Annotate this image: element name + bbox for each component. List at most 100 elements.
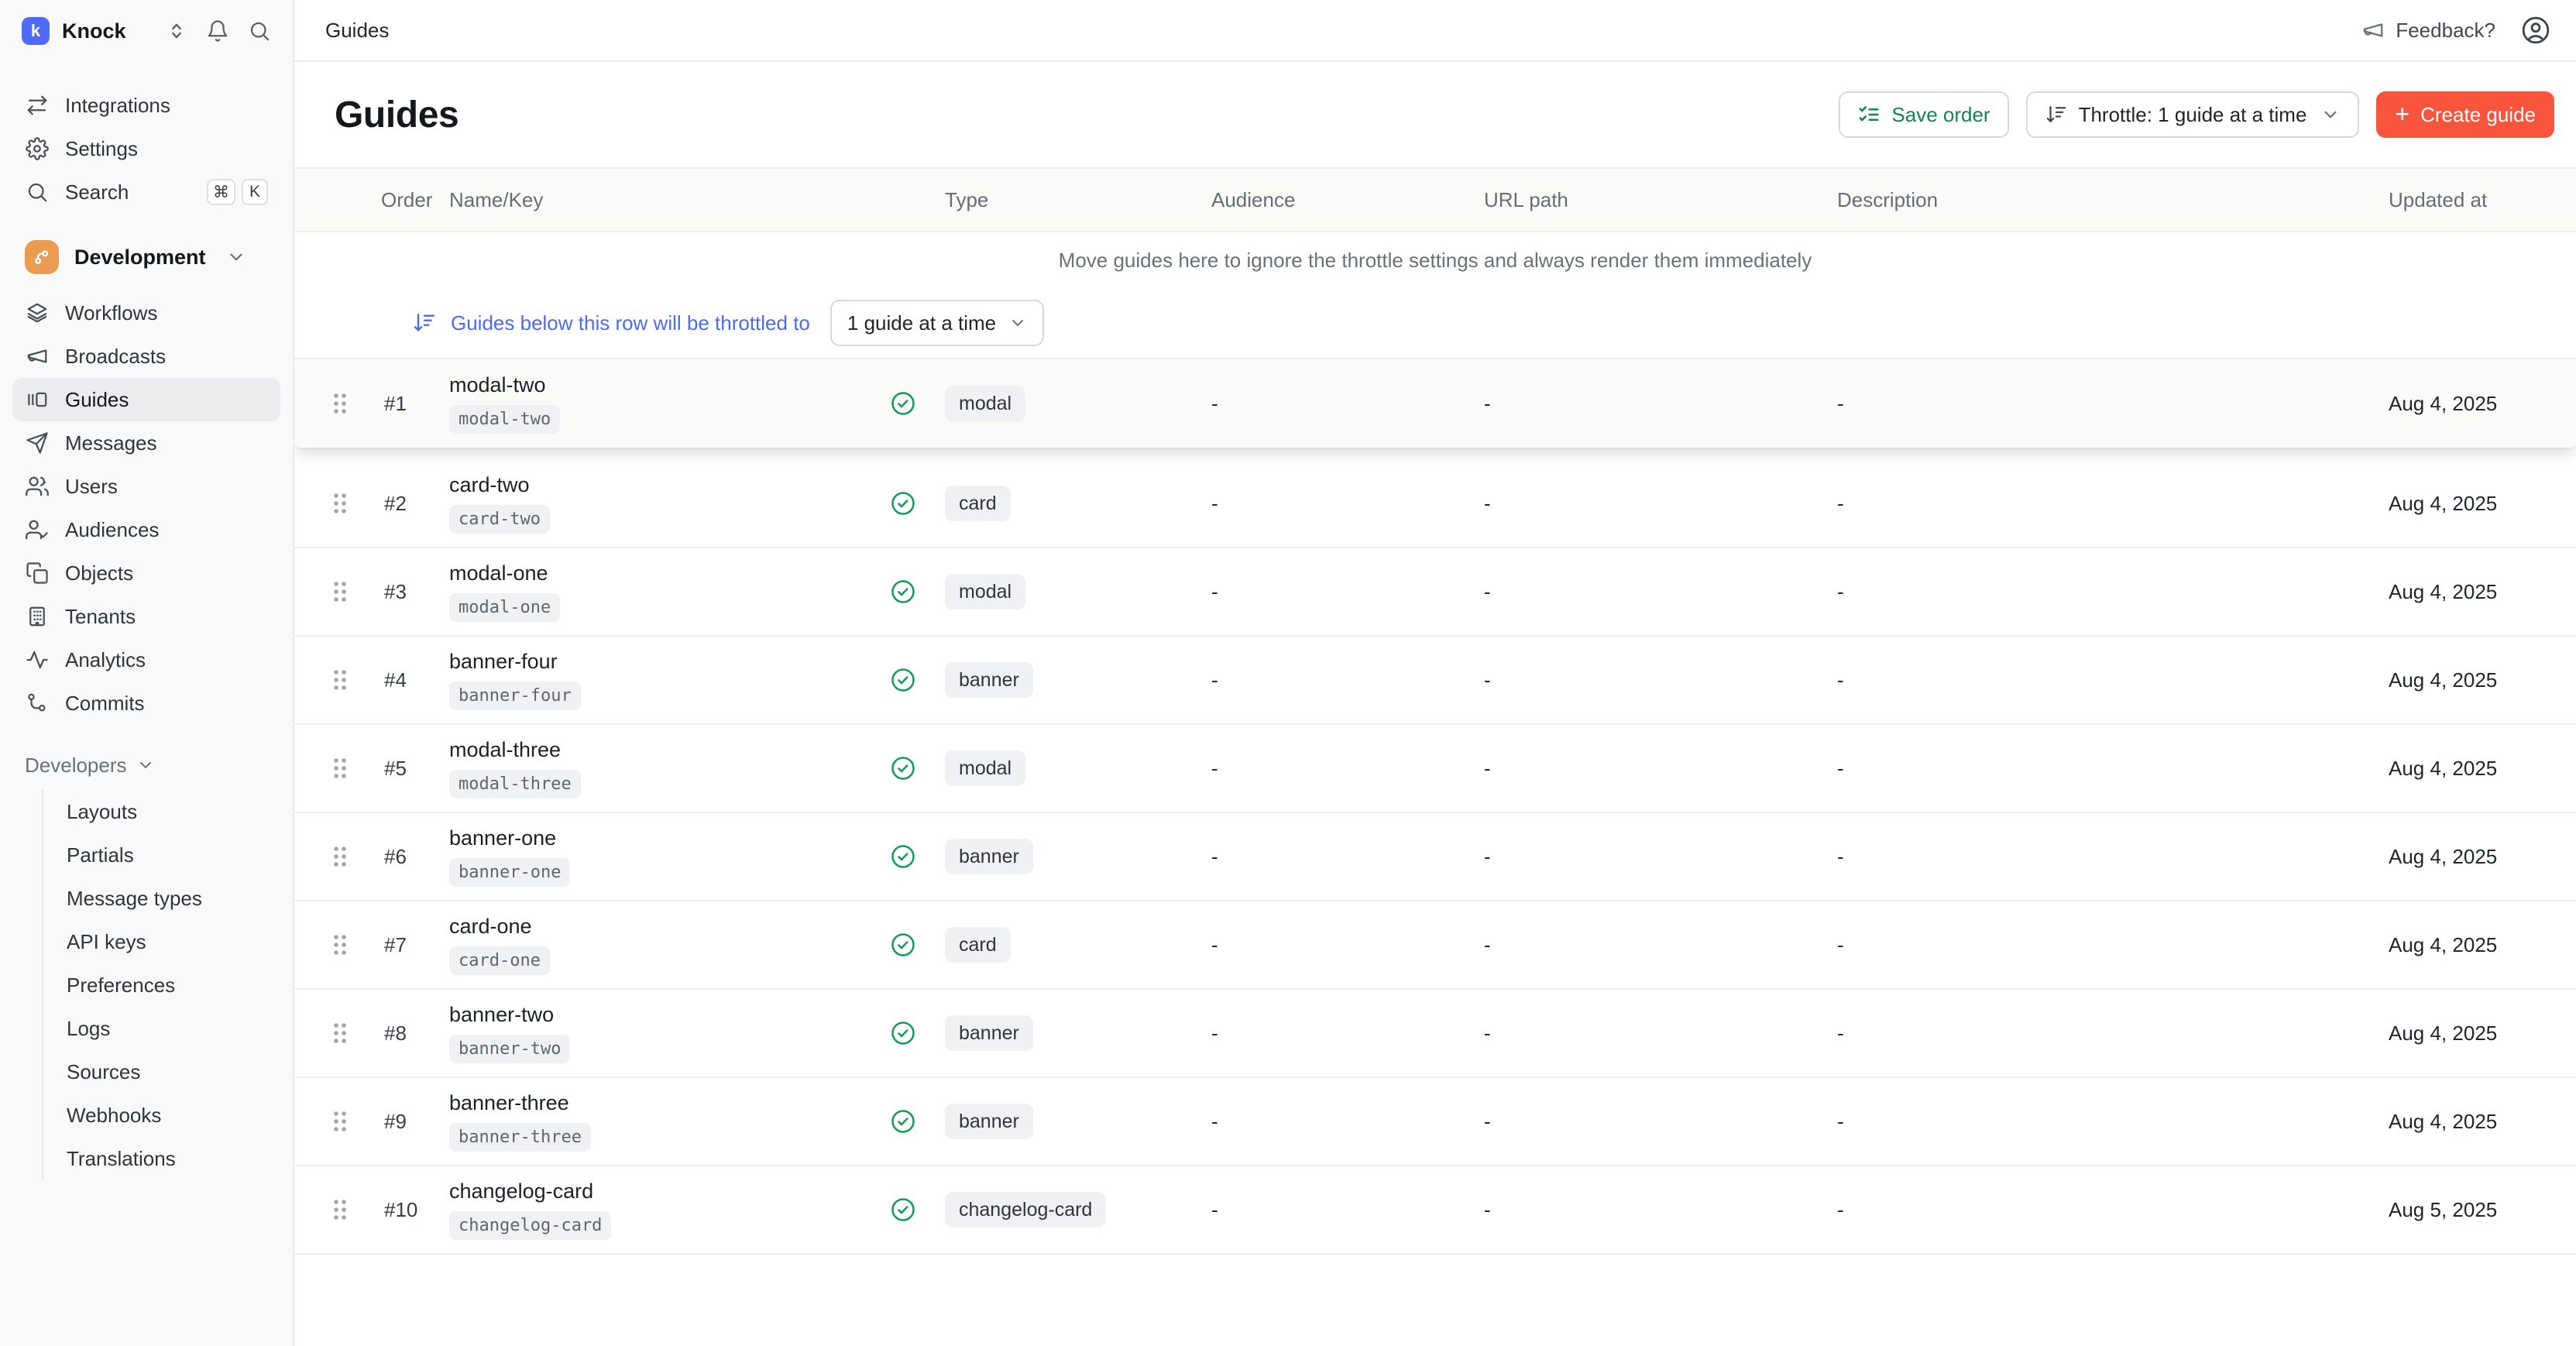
guide-type-badge: card [945, 927, 1011, 963]
guide-url-path: - [1484, 580, 1837, 604]
sidebar-item-commits[interactable]: Commits [12, 682, 280, 725]
sidebar-item-broadcasts[interactable]: Broadcasts [12, 335, 280, 378]
sidebar-item-label: Settings [65, 137, 138, 161]
sidebar-item-label: Preferences [67, 973, 175, 997]
megaphone-icon [25, 345, 50, 368]
guide-status [889, 1196, 945, 1224]
sidebar-item-translations[interactable]: Translations [43, 1137, 293, 1180]
table-row[interactable]: #7 card-one card-one card - - - Aug 4, 2… [294, 901, 2576, 990]
column-header-url-path: URL path [1484, 188, 1837, 212]
drag-handle-icon[interactable] [331, 1197, 353, 1222]
drag-handle-icon[interactable] [331, 579, 353, 604]
users-icon [25, 475, 50, 498]
gear-icon [25, 137, 50, 160]
sidebar-item-partials[interactable]: Partials [43, 833, 293, 877]
sidebar-item-sources[interactable]: Sources [43, 1050, 293, 1094]
plus-icon: + [2395, 101, 2409, 126]
column-header-name-key: Name/Key [449, 188, 889, 212]
throttle-amount-value: 1 guide at a time [847, 311, 996, 335]
table-row[interactable]: #5 modal-three modal-three modal - - - A… [294, 725, 2576, 813]
user-avatar-icon[interactable] [2520, 15, 2551, 46]
sidebar-item-objects[interactable]: Objects [12, 551, 280, 595]
guide-key: modal-three [449, 770, 581, 799]
sidebar-item-message-types[interactable]: Message types [43, 877, 293, 920]
sidebar-item-integrations[interactable]: Integrations [12, 84, 280, 127]
sidebar-item-analytics[interactable]: Analytics [12, 638, 280, 682]
sidebar-item-guides[interactable]: Guides [12, 378, 280, 421]
guide-type-badge: modal [945, 386, 1025, 421]
guide-description: - [1837, 492, 2389, 516]
sidebar-item-label: Message types [67, 887, 202, 911]
guide-status [889, 754, 945, 782]
table-row[interactable]: #2 card-two card-two card - - - Aug 4, 2… [294, 460, 2576, 548]
check-circle-icon [889, 754, 945, 782]
table-row[interactable]: #3 modal-one modal-one modal - - - Aug 4… [294, 548, 2576, 637]
git-branch-icon [25, 692, 50, 715]
table-row[interactable]: #6 banner-one banner-one banner - - - Au… [294, 813, 2576, 901]
sidebar-item-users[interactable]: Users [12, 465, 280, 508]
bell-icon[interactable] [206, 19, 229, 43]
drag-handle-icon[interactable] [331, 391, 353, 416]
table-row[interactable]: #1 modal-two modal-two modal - - - Aug 4… [294, 359, 2576, 448]
sidebar-item-workflows[interactable]: Workflows [12, 291, 280, 335]
guide-key: modal-two [449, 405, 560, 434]
throttle-amount-select[interactable]: 1 guide at a time [830, 300, 1044, 346]
create-guide-button[interactable]: + Create guide [2376, 91, 2554, 138]
sidebar-item-api-keys[interactable]: API keys [43, 920, 293, 963]
layers-icon [25, 301, 50, 324]
sidebar-item-label: Analytics [65, 648, 146, 672]
sidebar-item-label: Webhooks [67, 1104, 161, 1128]
workspace-switcher-icon[interactable] [166, 20, 187, 42]
guide-type-cell: banner [945, 662, 1211, 698]
sidebar-item-webhooks[interactable]: Webhooks [43, 1094, 293, 1137]
sidebar-item-search[interactable]: Search ⌘ K [12, 170, 280, 214]
guide-url-path: - [1484, 492, 1837, 516]
throttle-divider-row: Guides below this row will be throttled … [294, 288, 2576, 359]
guide-type-cell: modal [945, 386, 1211, 421]
guide-type-cell: banner [945, 1104, 1211, 1139]
developers-section-toggle[interactable]: Developers [0, 743, 293, 787]
drag-handle-icon[interactable] [331, 844, 353, 869]
guide-description: - [1837, 668, 2389, 692]
sidebar-item-audiences[interactable]: Audiences [12, 508, 280, 551]
feedback-label: Feedback? [2396, 19, 2495, 43]
sidebar-item-settings[interactable]: Settings [12, 127, 280, 170]
unthrottled-dropzone[interactable]: Move guides here to ignore the throttle … [294, 232, 2576, 288]
drag-handle-icon[interactable] [331, 1021, 353, 1046]
drag-handle-icon[interactable] [331, 668, 353, 692]
table-row[interactable]: #8 banner-two banner-two banner - - - Au… [294, 990, 2576, 1078]
guides-table-body: #1 modal-two modal-two modal - - - Aug 4… [294, 359, 2576, 1346]
building-icon [25, 605, 50, 628]
sidebar-item-messages[interactable]: Messages [12, 421, 280, 465]
guide-updated-at: Aug 4, 2025 [2389, 668, 2545, 692]
guide-type-badge: banner [945, 1015, 1033, 1051]
sidebar-item-label: Translations [67, 1147, 176, 1171]
guide-audience: - [1211, 845, 1484, 869]
copy-icon [25, 561, 50, 585]
sidebar-item-tenants[interactable]: Tenants [12, 595, 280, 638]
chevron-down-icon [1008, 314, 1027, 332]
sidebar-item-layouts[interactable]: Layouts [43, 790, 293, 833]
search-icon[interactable] [248, 19, 271, 43]
table-row[interactable]: #4 banner-four banner-four banner - - - … [294, 637, 2576, 725]
breadcrumb[interactable]: Guides [325, 19, 389, 43]
sidebar-item-preferences[interactable]: Preferences [43, 963, 293, 1007]
sidebar-item-label: Layouts [67, 800, 137, 824]
table-row[interactable]: #10 changelog-card changelog-card change… [294, 1166, 2576, 1255]
feedback-button[interactable]: Feedback? [2361, 19, 2495, 43]
throttle-divider-text[interactable]: Guides below this row will be throttled … [451, 311, 810, 335]
drag-handle-icon[interactable] [331, 932, 353, 957]
guide-status [889, 578, 945, 606]
throttle-dropdown-button[interactable]: Throttle: 1 guide at a time [2026, 91, 2360, 138]
column-header-order: Order [381, 188, 449, 212]
drag-handle-icon[interactable] [331, 1109, 353, 1134]
environment-switcher[interactable]: Development [12, 232, 280, 282]
drag-handle-icon[interactable] [331, 491, 353, 516]
table-row[interactable]: #9 banner-three banner-three banner - - … [294, 1078, 2576, 1166]
drag-handle-icon[interactable] [331, 756, 353, 781]
guide-description: - [1837, 1022, 2389, 1046]
sidebar-item-logs[interactable]: Logs [43, 1007, 293, 1050]
knock-logo[interactable]: k [22, 17, 50, 45]
save-order-button[interactable]: Save order [1839, 91, 2008, 138]
guide-key: banner-three [449, 1123, 591, 1152]
